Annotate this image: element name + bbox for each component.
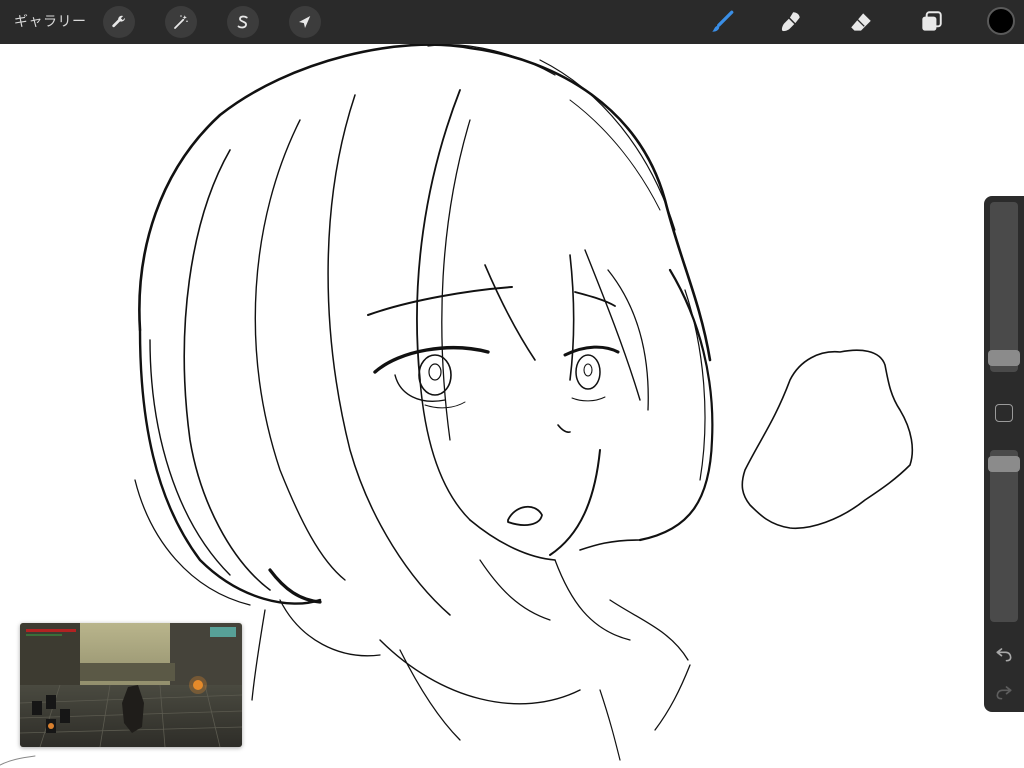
wrench-icon: [112, 15, 125, 28]
smudge-tool[interactable]: [776, 7, 806, 37]
eraser-icon: [851, 13, 871, 31]
selection-s-icon: [237, 15, 248, 29]
opacity-slider[interactable]: [988, 450, 1020, 622]
gallery-button[interactable]: ギャラリー: [14, 13, 87, 31]
arrow-cursor-icon: [299, 16, 311, 28]
layers-tool[interactable]: [916, 7, 946, 37]
color-picker-button[interactable]: [987, 7, 1015, 35]
undo-icon: [996, 648, 1012, 662]
actions-button[interactable]: [103, 6, 135, 38]
redo-button[interactable]: [992, 680, 1016, 704]
brush-icon: [712, 10, 734, 32]
brush-size-thumb[interactable]: [988, 350, 1020, 366]
modify-square-icon[interactable]: [995, 404, 1013, 422]
game-video-thumbnail[interactable]: [20, 623, 242, 747]
brush-size-slider[interactable]: [988, 202, 1020, 372]
undo-button[interactable]: [992, 642, 1016, 666]
redo-icon: [996, 686, 1012, 700]
opacity-thumb[interactable]: [988, 456, 1020, 472]
layers-icon: [922, 11, 942, 31]
top-toolbar: ギャラリー: [0, 0, 1024, 44]
eraser-tool[interactable]: [846, 7, 876, 37]
adjustments-button[interactable]: [165, 6, 197, 38]
magic-wand-icon: [174, 15, 188, 29]
smudge-icon: [781, 12, 800, 32]
selection-button[interactable]: [227, 6, 259, 38]
brush-sidebar: [984, 196, 1024, 712]
brush-tool[interactable]: [707, 7, 737, 37]
transform-button[interactable]: [289, 6, 321, 38]
game-scene-image: [20, 623, 242, 747]
